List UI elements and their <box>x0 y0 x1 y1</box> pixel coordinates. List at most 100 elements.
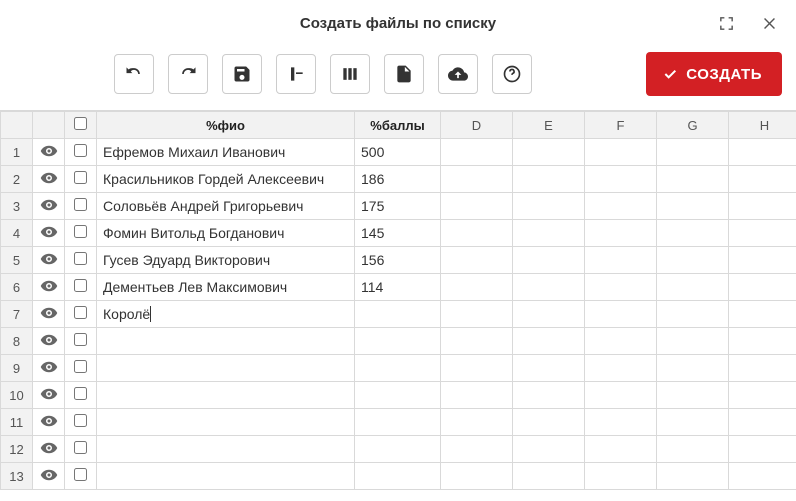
cell-d[interactable] <box>441 220 513 247</box>
row-number[interactable]: 2 <box>1 166 33 193</box>
cell-g[interactable] <box>657 328 729 355</box>
row-select[interactable] <box>65 274 97 301</box>
cell-e[interactable] <box>513 193 585 220</box>
cell-name[interactable]: Красильников Гордей Алексеевич <box>97 166 355 193</box>
row-select[interactable] <box>65 193 97 220</box>
cell-d[interactable] <box>441 139 513 166</box>
row-select[interactable] <box>65 220 97 247</box>
cell-name[interactable] <box>97 463 355 490</box>
cell-d[interactable] <box>441 301 513 328</box>
row-select[interactable] <box>65 463 97 490</box>
row-checkbox[interactable] <box>74 360 87 373</box>
cell-h[interactable] <box>729 220 796 247</box>
row-checkbox[interactable] <box>74 333 87 346</box>
cell-score[interactable]: 156 <box>355 247 441 274</box>
cell-g[interactable] <box>657 355 729 382</box>
cell-f[interactable] <box>585 409 657 436</box>
header-f[interactable]: F <box>585 112 657 139</box>
undo-button[interactable] <box>114 54 154 94</box>
cell-e[interactable] <box>513 409 585 436</box>
cell-score[interactable]: 145 <box>355 220 441 247</box>
cell-e[interactable] <box>513 220 585 247</box>
cell-score[interactable] <box>355 355 441 382</box>
cell-g[interactable] <box>657 247 729 274</box>
row-number[interactable]: 7 <box>1 301 33 328</box>
cell-g[interactable] <box>657 220 729 247</box>
cell-name[interactable]: Фомин Витольд Богданович <box>97 220 355 247</box>
cell-g[interactable] <box>657 166 729 193</box>
row-number[interactable]: 8 <box>1 328 33 355</box>
row-visibility[interactable] <box>33 436 65 463</box>
cell-g[interactable] <box>657 463 729 490</box>
save-button[interactable] <box>222 54 262 94</box>
header-h[interactable]: H <box>729 112 796 139</box>
cell-f[interactable] <box>585 355 657 382</box>
new-doc-button[interactable] <box>384 54 424 94</box>
cell-name[interactable]: Ефремов Михаил Иванович <box>97 139 355 166</box>
header-name[interactable]: %фио <box>97 112 355 139</box>
row-visibility[interactable] <box>33 301 65 328</box>
cell-d[interactable] <box>441 409 513 436</box>
cell-h[interactable] <box>729 355 796 382</box>
cell-score[interactable] <box>355 301 441 328</box>
row-select[interactable] <box>65 355 97 382</box>
cell-h[interactable] <box>729 247 796 274</box>
row-visibility[interactable] <box>33 355 65 382</box>
row-select[interactable] <box>65 166 97 193</box>
row-number[interactable]: 3 <box>1 193 33 220</box>
row-checkbox[interactable] <box>74 252 87 265</box>
row-number[interactable]: 5 <box>1 247 33 274</box>
cell-h[interactable] <box>729 301 796 328</box>
help-button[interactable] <box>492 54 532 94</box>
cell-e[interactable] <box>513 328 585 355</box>
row-number[interactable]: 11 <box>1 409 33 436</box>
row-select[interactable] <box>65 247 97 274</box>
row-select[interactable] <box>65 139 97 166</box>
cell-g[interactable] <box>657 301 729 328</box>
cell-h[interactable] <box>729 166 796 193</box>
row-checkbox[interactable] <box>74 306 87 319</box>
cell-g[interactable] <box>657 409 729 436</box>
cell-h[interactable] <box>729 382 796 409</box>
cell-f[interactable] <box>585 436 657 463</box>
cell-g[interactable] <box>657 274 729 301</box>
row-number[interactable]: 1 <box>1 139 33 166</box>
cell-e[interactable] <box>513 247 585 274</box>
row-select[interactable] <box>65 301 97 328</box>
cell-f[interactable] <box>585 328 657 355</box>
cell-name[interactable] <box>97 382 355 409</box>
row-checkbox[interactable] <box>74 144 87 157</box>
cell-h[interactable] <box>729 193 796 220</box>
cell-f[interactable] <box>585 382 657 409</box>
corner-cell[interactable] <box>1 112 33 139</box>
cell-d[interactable] <box>441 355 513 382</box>
cell-score[interactable]: 175 <box>355 193 441 220</box>
row-number[interactable]: 13 <box>1 463 33 490</box>
cell-f[interactable] <box>585 139 657 166</box>
cell-f[interactable] <box>585 463 657 490</box>
row-select[interactable] <box>65 409 97 436</box>
fullscreen-button[interactable] <box>716 13 737 34</box>
row-select[interactable] <box>65 436 97 463</box>
cell-h[interactable] <box>729 463 796 490</box>
cell-f[interactable] <box>585 220 657 247</box>
upload-button[interactable] <box>438 54 478 94</box>
cell-name[interactable] <box>97 328 355 355</box>
row-number[interactable]: 6 <box>1 274 33 301</box>
cell-score[interactable]: 500 <box>355 139 441 166</box>
cell-d[interactable] <box>441 166 513 193</box>
cell-d[interactable] <box>441 274 513 301</box>
header-select-all[interactable] <box>65 112 97 139</box>
cell-d[interactable] <box>441 436 513 463</box>
cell-name[interactable]: Гусев Эдуард Викторович <box>97 247 355 274</box>
row-visibility[interactable] <box>33 220 65 247</box>
cell-score[interactable]: 114 <box>355 274 441 301</box>
cell-name[interactable] <box>97 409 355 436</box>
header-score[interactable]: %баллы <box>355 112 441 139</box>
cell-d[interactable] <box>441 328 513 355</box>
create-button[interactable]: СОЗДАТЬ <box>646 52 782 96</box>
row-checkbox[interactable] <box>74 441 87 454</box>
spreadsheet[interactable]: %фио %баллы D E F G H 1Ефремов Михаил Ив… <box>0 110 796 501</box>
row-number[interactable]: 10 <box>1 382 33 409</box>
row-visibility[interactable] <box>33 463 65 490</box>
